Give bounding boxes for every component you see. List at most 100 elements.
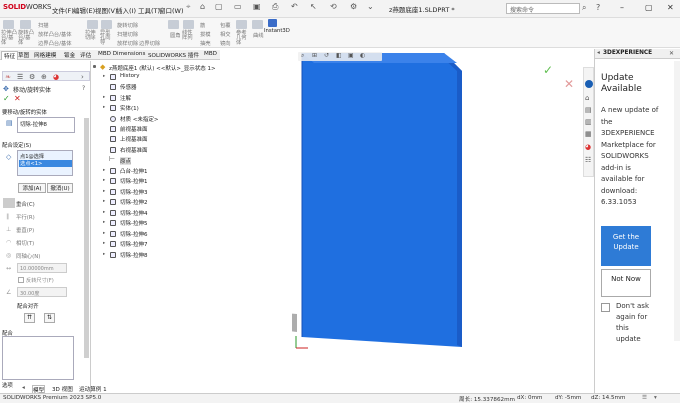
select-arrow-icon[interactable]: ↖	[310, 2, 317, 11]
graphics-area[interactable]: ⌕ ⊞ ↺ ◧ ▣ ◐ ✓ ✕	[292, 49, 594, 393]
add-button[interactable]: 添加(A)	[18, 183, 46, 193]
tree-item[interactable]: 上视基准面	[120, 135, 148, 143]
expand-feature-icon[interactable]: ▸	[103, 231, 105, 236]
minimize-icon[interactable]: –	[620, 3, 624, 12]
cancel-x-icon[interactable]: ✕	[14, 94, 21, 103]
feature-manager-tab-icon[interactable]: ❧	[5, 73, 11, 81]
intersect-label[interactable]: 相交	[220, 30, 231, 38]
more-tabs-icon[interactable]: ›	[81, 73, 84, 81]
section-view-icon[interactable]: ◧	[336, 52, 342, 59]
undo-mate-button[interactable]: 撤消(U)	[47, 183, 73, 193]
tree-item[interactable]: 切除-拉伸3	[120, 188, 147, 196]
tab-mbd[interactable]: MBD	[202, 51, 219, 57]
expand-annotations-icon[interactable]: ▸	[103, 95, 105, 100]
search-icon[interactable]: ⌕	[582, 3, 586, 13]
display-manager-tab-icon[interactable]: ◕	[53, 73, 59, 81]
print-icon[interactable]: ⎙	[272, 2, 278, 12]
menu-edit[interactable]: 编辑(E)	[73, 5, 95, 15]
instant3d-label[interactable]: Instant3D	[264, 28, 290, 34]
sweep-label[interactable]: 扫描	[38, 21, 49, 29]
rib-label[interactable]: 筋	[200, 21, 205, 29]
mate-coincident[interactable]: 重合(C)	[16, 200, 35, 208]
confirm-cancel-icon[interactable]: ✕	[564, 77, 574, 91]
body-item[interactable]: 切除-拉伸8	[20, 120, 47, 128]
extrude-boss-label[interactable]: 拉伸凸台/基体	[1, 30, 17, 46]
expand-feature-icon[interactable]: ▸	[103, 168, 105, 173]
help-icon[interactable]: ?	[596, 3, 600, 12]
angle-input[interactable]: 30.00度	[17, 287, 67, 297]
expand-feature-icon[interactable]: ▸	[103, 252, 105, 257]
tree-item[interactable]: 前视基准面	[120, 125, 148, 133]
tree-item[interactable]: 切除-拉伸2	[120, 198, 147, 206]
hole-wizard-label[interactable]: 异型孔向导	[100, 30, 114, 46]
mates-list-box[interactable]	[2, 336, 74, 380]
expand-feature-icon[interactable]: ▸	[103, 189, 105, 194]
linear-pattern-icon[interactable]	[183, 20, 194, 29]
zoom-area-icon[interactable]: ⊞	[312, 52, 317, 59]
distance-input[interactable]: 10.00000mm	[17, 263, 67, 273]
revolve-boss-label[interactable]: 旋转凸台/基体	[18, 30, 34, 46]
expand-feature-icon[interactable]: ▸	[103, 199, 105, 204]
mate-selection-list[interactable]: 点1@选择 选点<1>	[17, 150, 73, 176]
curves-icon[interactable]	[252, 20, 263, 29]
tree-item[interactable]: 切除-拉伸7	[120, 240, 147, 248]
units-dropdown[interactable]: ▾	[654, 395, 657, 401]
revolve-cut-label[interactable]: 旋转切除	[117, 21, 138, 29]
hole-wizard-icon[interactable]	[101, 20, 112, 29]
flip-dimension-checkbox[interactable]	[18, 277, 24, 283]
undo-icon[interactable]: ↶	[291, 2, 298, 11]
tab-mbd-dimensions[interactable]: MBD Dimensions	[96, 51, 147, 57]
reference-geometry-icon[interactable]	[236, 20, 247, 29]
mate-perpendicular[interactable]: 垂直(P)	[16, 226, 34, 234]
ok-check-icon[interactable]: ✓	[3, 94, 10, 103]
menu-file[interactable]: 文件(F)	[52, 5, 74, 15]
menu-window[interactable]: 窗口(W)	[159, 5, 184, 15]
file-explorer-tab-icon[interactable]: ▥	[585, 118, 592, 126]
resources-tab-icon[interactable]: ⌂	[585, 94, 589, 102]
tab-mesh-modeling[interactable]: 网格建模	[32, 51, 58, 59]
mate-concentric[interactable]: 同轴心(N)	[16, 252, 40, 260]
dont-ask-checkbox[interactable]	[601, 303, 610, 312]
shell-label[interactable]: 抽壳	[200, 39, 211, 47]
tab-3d-views[interactable]: 3D 视图	[52, 385, 73, 393]
aligned-button[interactable]: ⇈	[24, 313, 35, 323]
wrap-label[interactable]: 包覆	[220, 21, 231, 29]
tree-item[interactable]: 切除-拉伸1	[120, 177, 147, 185]
concentric-icon[interactable]: ◎	[6, 252, 11, 259]
extrude-cut-icon[interactable]	[87, 20, 98, 29]
appearances-tab-icon[interactable]: ◕	[585, 143, 591, 151]
tree-filter-icon[interactable]	[93, 65, 96, 68]
menu-insert[interactable]: 插入(I)	[116, 5, 136, 15]
collapse-icon[interactable]: ◂	[597, 50, 600, 56]
home-icon[interactable]: ⌂	[200, 2, 205, 11]
view-palette-tab-icon[interactable]: ▦	[585, 130, 592, 138]
tree-item[interactable]: 切除-拉伸6	[120, 230, 147, 238]
view-orientation-icon[interactable]: ▣	[348, 52, 354, 59]
tab-motion-study[interactable]: 运动算例 1	[79, 385, 107, 393]
not-now-button[interactable]: Not Now	[601, 269, 651, 297]
help-question-icon[interactable]: ?	[82, 85, 85, 92]
coincident-icon[interactable]	[3, 198, 15, 208]
custom-properties-tab-icon[interactable]: ☷	[585, 156, 591, 164]
status-menu-icon[interactable]: ☰	[642, 395, 647, 401]
draft-label[interactable]: 拔模	[200, 30, 211, 38]
tree-item[interactable]: 传感器	[120, 83, 137, 91]
expand-arrow-icon[interactable]: ›	[39, 3, 42, 12]
menu-tools[interactable]: 工具(T)	[138, 5, 160, 15]
flip-dimension-label[interactable]: 反转尺寸(F)	[26, 277, 54, 284]
config-manager-tab-icon[interactable]: ⚙	[29, 73, 35, 81]
tab-sketch[interactable]: 草图	[16, 51, 31, 59]
tab-prev-icon[interactable]: ◂	[22, 385, 25, 391]
design-library-tab-icon[interactable]: ▤	[585, 106, 592, 114]
mate-list-item[interactable]: 点1@选择	[20, 153, 44, 160]
anti-aligned-button[interactable]: ⇅	[44, 313, 55, 323]
tree-item[interactable]: 切除-拉伸4	[120, 209, 147, 217]
tree-item[interactable]: 右视基准面	[120, 146, 148, 154]
menu-view[interactable]: 视图(V)	[95, 5, 118, 15]
close-icon[interactable]: ✕	[667, 3, 674, 12]
tangent-icon[interactable]: ◠	[6, 239, 11, 246]
tree-item[interactable]: 原点	[120, 157, 132, 165]
confirm-ok-icon[interactable]: ✓	[543, 63, 553, 77]
expand-feature-icon[interactable]: ▸	[103, 210, 105, 215]
3dexperience-tab-icon[interactable]	[585, 80, 593, 88]
